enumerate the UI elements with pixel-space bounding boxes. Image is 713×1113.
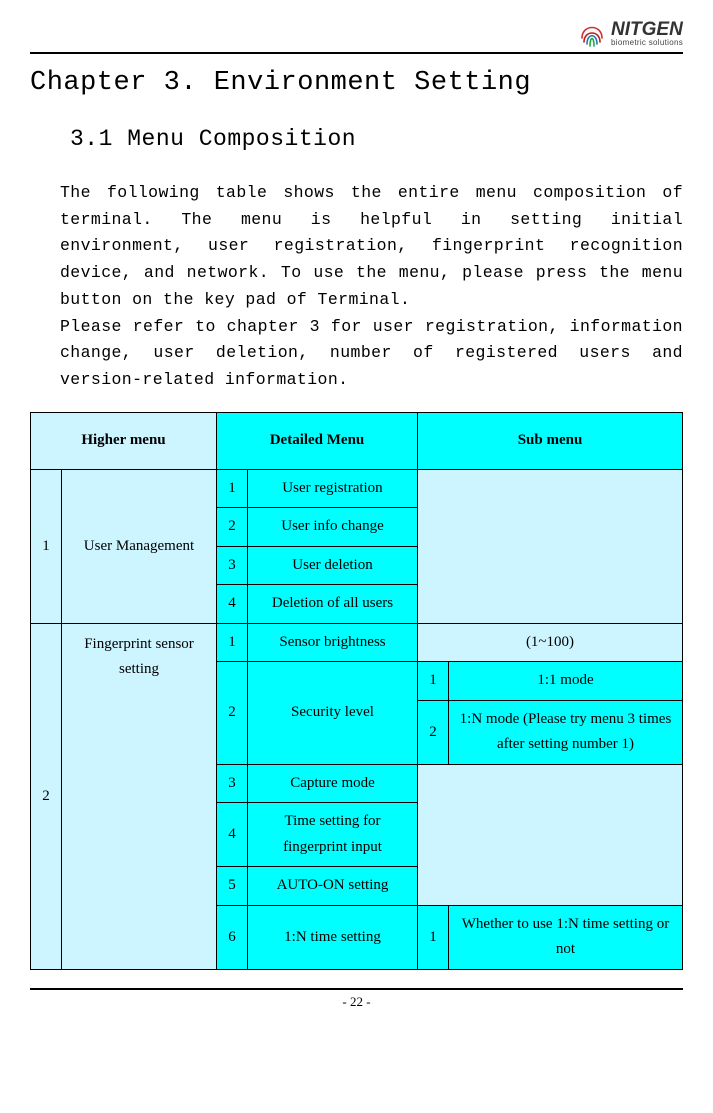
sub-empty xyxy=(418,469,683,623)
sub-label: Whether to use 1:N time setting or not xyxy=(449,905,683,969)
detail-label: Security level xyxy=(248,662,418,765)
page-number: - 22 - xyxy=(30,994,683,1022)
menu-composition-table: Higher menu Detailed Menu Sub menu 1 Use… xyxy=(30,412,683,970)
detail-num: 3 xyxy=(217,764,248,803)
sub-label: 1:1 mode xyxy=(449,662,683,701)
detail-num: 4 xyxy=(217,585,248,624)
detail-label: User registration xyxy=(248,469,418,508)
higher-num: 1 xyxy=(31,469,62,623)
detail-label: AUTO-ON setting xyxy=(248,867,418,906)
detail-label: User info change xyxy=(248,508,418,547)
detail-label: User deletion xyxy=(248,546,418,585)
footer-rule xyxy=(30,988,683,990)
higher-name: User Management xyxy=(62,469,217,623)
th-sub: Sub menu xyxy=(418,412,683,469)
higher-name: Fingerprint sensor setting xyxy=(62,623,217,969)
detail-num: 1 xyxy=(217,469,248,508)
table-header-row: Higher menu Detailed Menu Sub menu xyxy=(31,412,683,469)
detail-label: Time setting for fingerprint input xyxy=(248,803,418,867)
table-row: 1 User Management 1 User registration xyxy=(31,469,683,508)
detail-num: 1 xyxy=(217,623,248,662)
detail-label: Sensor brightness xyxy=(248,623,418,662)
detail-num: 4 xyxy=(217,803,248,867)
sub-label: 1:N mode (Please try menu 3 times after … xyxy=(449,700,683,764)
chapter-title: Chapter 3. Environment Setting xyxy=(30,68,683,98)
header: NITGEN biometric solutions xyxy=(30,18,683,48)
detail-num: 6 xyxy=(217,905,248,969)
detail-num: 2 xyxy=(217,508,248,547)
table-row: 2 Fingerprint sensor setting 1 Sensor br… xyxy=(31,623,683,662)
detail-label: Capture mode xyxy=(248,764,418,803)
detail-num: 5 xyxy=(217,867,248,906)
sub-empty xyxy=(418,764,683,905)
logo-tagline: biometric solutions xyxy=(611,39,683,47)
th-detailed: Detailed Menu xyxy=(217,412,418,469)
brand-logo: NITGEN biometric solutions xyxy=(579,18,683,48)
higher-num: 2 xyxy=(31,623,62,969)
sub-num: 1 xyxy=(418,662,449,701)
logo-name: NITGEN xyxy=(611,20,683,39)
fingerprint-icon xyxy=(579,18,605,48)
detail-label: 1:N time setting xyxy=(248,905,418,969)
detail-label: Deletion of all users xyxy=(248,585,418,624)
detail-num: 2 xyxy=(217,662,248,765)
sub-num: 2 xyxy=(418,700,449,764)
sub-label: (1~100) xyxy=(418,623,683,662)
th-higher: Higher menu xyxy=(31,412,217,469)
detail-num: 3 xyxy=(217,546,248,585)
section-title: 3.1 Menu Composition xyxy=(70,126,683,152)
body-paragraph: The following table shows the entire men… xyxy=(60,180,683,394)
header-rule xyxy=(30,52,683,54)
sub-num: 1 xyxy=(418,905,449,969)
